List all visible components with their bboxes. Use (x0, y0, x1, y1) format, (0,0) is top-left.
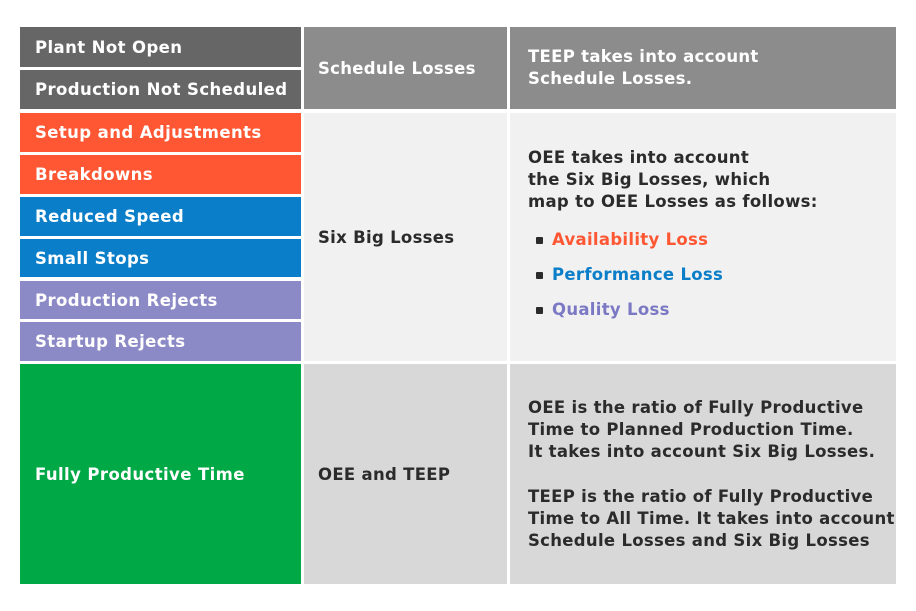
schedule-description: TEEP takes into account Schedule Losses. (528, 47, 759, 88)
oee-teep-description: OEE is the ratio of Fully Productive Tim… (528, 397, 895, 552)
six-big-losses-label: Six Big Losses (318, 227, 455, 247)
availability-loss-item: Availability Loss (536, 223, 818, 258)
breakdowns-cell: Breakdowns (20, 155, 301, 194)
teep-paragraph: TEEP is the ratio of Fully Productive Ti… (528, 486, 895, 550)
oee-paragraph: OEE is the ratio of Fully Productive Tim… (528, 397, 876, 461)
oee-and-teep-label: OEE and TEEP (318, 464, 451, 484)
performance-loss-label: Performance Loss (552, 265, 724, 284)
schedule-losses-label: Schedule Losses (318, 58, 476, 78)
production-not-scheduled-label: Production Not Scheduled (35, 80, 288, 99)
production-rejects-cell: Production Rejects (20, 281, 301, 319)
quality-loss-item: Quality Loss (536, 293, 818, 328)
bullet-icon (536, 271, 543, 279)
six-big-intro: OEE takes into account the Six Big Losse… (528, 147, 818, 211)
oee-and-teep-cell: OEE and TEEP (304, 364, 507, 584)
breakdowns-label: Breakdowns (35, 165, 153, 184)
six-big-description: OEE takes into account the Six Big Losse… (528, 147, 818, 328)
quality-loss-label: Quality Loss (552, 300, 670, 319)
small-stops-cell: Small Stops (20, 239, 301, 277)
setup-and-adjustments-label: Setup and Adjustments (35, 123, 262, 142)
performance-loss-item: Performance Loss (536, 258, 818, 293)
reduced-speed-cell: Reduced Speed (20, 197, 301, 236)
setup-and-adjustments-cell: Setup and Adjustments (20, 113, 301, 152)
six-big-description-cell: OEE takes into account the Six Big Losse… (510, 113, 896, 361)
schedule-description-cell: TEEP takes into account Schedule Losses. (510, 27, 896, 109)
bullet-icon (536, 236, 543, 244)
six-big-losses-cell: Six Big Losses (304, 113, 507, 361)
availability-loss-label: Availability Loss (552, 230, 709, 249)
small-stops-label: Small Stops (35, 248, 150, 268)
plant-not-open-cell: Plant Not Open (20, 27, 301, 67)
production-rejects-label: Production Rejects (35, 290, 218, 310)
reduced-speed-label: Reduced Speed (35, 207, 185, 226)
fully-productive-time-cell: Fully Productive Time (20, 364, 301, 584)
production-not-scheduled-cell: Production Not Scheduled (20, 70, 301, 109)
plant-not-open-label: Plant Not Open (35, 37, 183, 57)
fully-productive-time-label: Fully Productive Time (35, 464, 245, 484)
oee-losses-list: Availability Loss Performance Loss Quali… (528, 223, 818, 328)
bullet-icon (536, 306, 543, 314)
startup-rejects-cell: Startup Rejects (20, 322, 301, 361)
schedule-losses-cell: Schedule Losses (304, 27, 507, 109)
startup-rejects-label: Startup Rejects (35, 332, 186, 351)
oee-teep-description-cell: OEE is the ratio of Fully Productive Tim… (510, 364, 896, 584)
